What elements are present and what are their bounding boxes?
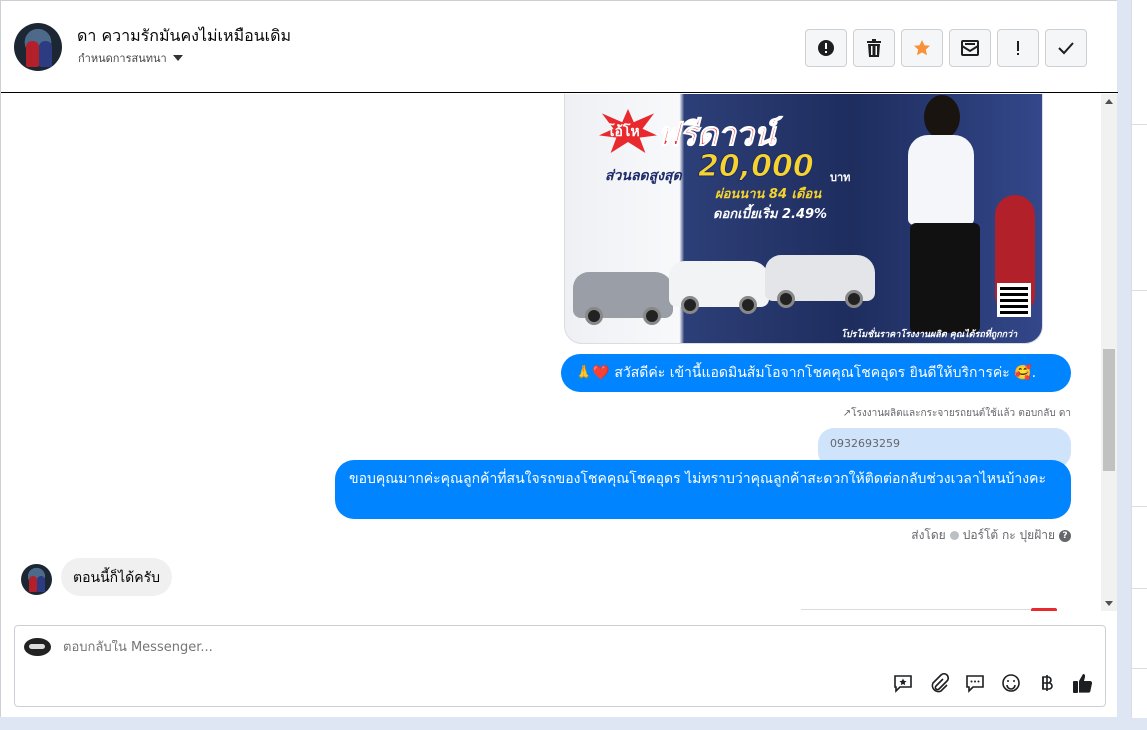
pickup-truck xyxy=(669,261,769,314)
saved-replies-button[interactable] xyxy=(892,672,914,694)
ad-fineprint: โปรโมชั่นราคาโรงงานผลิต คุณได้รถที่ถูกกว… xyxy=(841,330,1018,340)
contact-avatar[interactable] xyxy=(14,23,62,71)
conversation-header: ดา ความรักมันคงไม่เหมือนเดิม กำหนดการสนท… xyxy=(1,1,1118,93)
exclamation-icon xyxy=(1017,41,1019,55)
ad-discount-label: ส่วนลดสูงสุด xyxy=(605,168,682,184)
mark-unread-button[interactable] xyxy=(949,29,991,67)
thread-scrollbar[interactable] xyxy=(1101,94,1117,611)
star-icon xyxy=(914,40,930,56)
conversation-panel: ดา ความรักมันคงไม่เหมือนเดิม กำหนดการสนท… xyxy=(0,0,1118,717)
message-thread[interactable]: โอ้โห ฟรีดาวน์ ส่วนลดสูงสุด 20,000 บาท ผ… xyxy=(1,94,1101,611)
sent-by-info: ส่งโดย ปอร์โต้ กะ ปุยฝ้าย ? xyxy=(911,526,1071,545)
contact-name[interactable]: ดา ความรักมันคงไม่เหมือนเดิม xyxy=(77,24,291,49)
emoji-icon xyxy=(1002,674,1020,692)
conversation-schedule-dropdown[interactable]: กำหนดการสนทนา xyxy=(78,49,183,67)
mark-done-button[interactable] xyxy=(1045,29,1087,67)
star-button[interactable] xyxy=(901,29,943,67)
page-avatar xyxy=(24,638,51,656)
scroll-up-arrow-icon[interactable] xyxy=(1105,99,1113,104)
scroll-thumb[interactable] xyxy=(1103,349,1115,471)
cage-pickup-truck xyxy=(765,255,875,308)
promo-image[interactable]: โอ้โห ฟรีดาวน์ ส่วนลดสูงสุด 20,000 บาท ผ… xyxy=(564,94,1043,344)
outgoing-reply-message[interactable]: ขอบคุณมากค่ะคุณลูกค้าที่สนใจรถของโชคคุณโ… xyxy=(335,460,1071,519)
attachment-icon xyxy=(931,673,949,693)
sedan-car xyxy=(573,272,673,325)
attach-button[interactable] xyxy=(928,672,950,694)
important-button[interactable] xyxy=(997,29,1039,67)
ad-installment: ผ่อนนาน 84 เดือน xyxy=(715,187,822,202)
quick-reply-button[interactable] xyxy=(964,672,986,694)
delete-button[interactable] xyxy=(853,29,895,67)
next-message-peek xyxy=(801,608,1057,611)
outgoing-greeting-message[interactable]: 🙏❤️ สวัสดีค่ะ เข้านี้แอดมินส้มโอจากโชคคุ… xyxy=(561,354,1071,392)
ad-currency: บาท xyxy=(830,171,851,184)
help-icon[interactable]: ? xyxy=(1059,529,1071,542)
payment-button[interactable] xyxy=(1036,672,1058,694)
spam-button[interactable] xyxy=(805,29,847,67)
wow-badge: โอ้โห xyxy=(599,109,657,153)
ad-amount: 20,000 xyxy=(698,149,815,185)
caret-down-icon xyxy=(172,55,183,61)
trash-icon xyxy=(867,39,881,57)
qr-code xyxy=(997,283,1031,317)
mark-unread-icon xyxy=(961,40,979,56)
reply-context-note: ↗โรงงานผลิตและกระจายรถยนต์ใช้แล้ว ตอบกลั… xyxy=(842,408,1071,419)
alert-circle-icon xyxy=(818,40,834,56)
like-button[interactable] xyxy=(1072,672,1094,694)
checkmark-icon xyxy=(1058,42,1074,55)
incoming-message[interactable]: ตอนนี้ก็ได้ครับ xyxy=(61,558,173,596)
contact-avatar-small xyxy=(21,564,52,595)
thumbs-up-icon xyxy=(1073,674,1093,693)
reply-input[interactable] xyxy=(63,640,763,655)
presenter-figure xyxy=(880,94,1000,343)
side-panel-edge xyxy=(1131,0,1147,718)
saved-reply-icon xyxy=(894,675,912,693)
reply-composer xyxy=(14,625,1106,707)
ad-interest: ดอกเบี้ยเริ่ม 2.49% xyxy=(713,207,828,222)
baht-payment-icon xyxy=(1042,675,1053,691)
sender-status-icon xyxy=(949,531,959,540)
sent-by-prefix: ส่งโดย xyxy=(911,528,946,542)
message-icon xyxy=(966,675,984,693)
sent-by-name: ปอร์โต้ กะ ปุยฝ้าย xyxy=(962,528,1055,542)
conversation-schedule-label: กำหนดการสนทนา xyxy=(78,52,167,65)
emoji-button[interactable] xyxy=(1000,672,1022,694)
scroll-down-arrow-icon[interactable] xyxy=(1105,601,1113,606)
